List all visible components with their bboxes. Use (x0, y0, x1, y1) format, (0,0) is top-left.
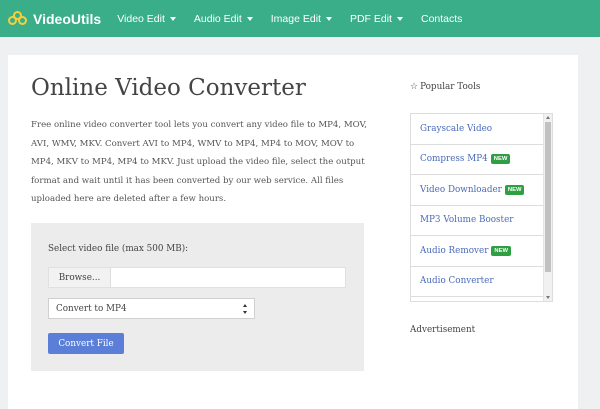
nav-image-edit[interactable]: Image Edit (271, 13, 332, 25)
convert-button[interactable]: Convert File (48, 333, 124, 354)
scroll-up-icon[interactable] (546, 116, 550, 119)
browse-button[interactable]: Browse... (49, 268, 111, 287)
nav-pdf-edit-label: PDF Edit (349, 12, 392, 25)
tool-link[interactable]: Compress MP4 (420, 154, 488, 164)
caret-down-icon (396, 16, 403, 21)
nav-video-edit[interactable]: Video Edit (117, 13, 176, 25)
popular-tools-heading-text: Popular Tools (420, 82, 481, 92)
file-label: Select video file (max 500 MB): (48, 244, 189, 254)
list-item[interactable]: Grayscale Video (411, 114, 552, 145)
nav-contacts[interactable]: Contacts (421, 13, 462, 25)
new-badge: NEW (490, 154, 511, 165)
nav-audio-edit[interactable]: Audio Edit (194, 13, 253, 25)
upload-form: Select video file (max 500 MB): Browse..… (31, 223, 364, 371)
list-item[interactable]: Video Downloader NEW (411, 175, 552, 206)
film-reels-icon (8, 10, 28, 27)
new-badge: NEW (504, 184, 525, 195)
new-badge: NEW (491, 245, 511, 256)
advertisement-heading: Advertisement (410, 325, 476, 335)
popular-tools-list: Grayscale Video Compress MP4 NEW Video D… (410, 113, 553, 302)
nav-video-edit-label: Video Edit (117, 12, 165, 25)
list-item[interactable]: MP3 Volume Booster (411, 206, 552, 236)
popular-tools-heading: ☆ Popular Tools (410, 82, 480, 92)
list-item[interactable]: Audio Converter (411, 267, 552, 297)
brand-name: VideoUtils (33, 10, 102, 27)
file-input[interactable]: Browse... (48, 267, 346, 288)
tool-link[interactable]: Audio Remover (420, 246, 488, 256)
scroll-thumb[interactable] (545, 122, 551, 272)
scroll-down-icon[interactable] (546, 296, 550, 299)
nav-image-edit-label: Image Edit (270, 12, 321, 25)
file-name-field[interactable] (111, 268, 345, 287)
format-select[interactable]: Convert to MP4 (48, 298, 255, 319)
tool-link[interactable]: Audio Converter (420, 276, 494, 286)
brand-link[interactable]: VideoUtils (8, 10, 102, 27)
star-icon: ☆ (410, 82, 419, 92)
content-card: Online Video Converter Free online video… (8, 55, 578, 409)
caret-down-icon (169, 16, 176, 21)
intro-text: Free online video converter tool lets yo… (31, 120, 367, 205)
tool-link[interactable]: Grayscale Video (420, 124, 492, 134)
tool-link[interactable]: MP3 Volume Booster (420, 215, 514, 225)
select-arrows-icon (243, 304, 248, 314)
nav-contacts-label: Contacts (420, 12, 463, 25)
list-item[interactable]: Compress MP4 NEW (411, 145, 552, 175)
tool-link[interactable]: Video Downloader (420, 185, 502, 195)
caret-down-icon (325, 16, 332, 21)
nav-audio-edit-label: Audio Edit (193, 12, 242, 25)
page-title: Online Video Converter (31, 75, 306, 101)
top-navbar: VideoUtils Video Edit Audio Edit Image E… (0, 0, 600, 37)
nav-pdf-edit[interactable]: PDF Edit (350, 13, 403, 25)
tools-scrollbar[interactable] (543, 114, 552, 301)
format-select-value: Convert to MP4 (56, 303, 127, 314)
caret-down-icon (246, 16, 253, 21)
list-item[interactable]: Audio Remover NEW (411, 236, 552, 267)
